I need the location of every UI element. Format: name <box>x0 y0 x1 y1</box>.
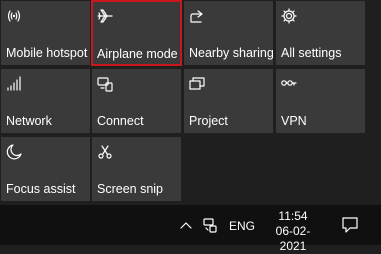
clock[interactable]: 11:54 06-02-2021 <box>267 209 319 254</box>
project-icon <box>188 75 208 95</box>
tile-all-settings[interactable]: All settings <box>276 1 365 65</box>
tile-label: VPN <box>281 114 307 128</box>
tile-network[interactable]: Network <box>1 69 90 133</box>
chevron-up-icon[interactable] <box>178 217 194 233</box>
tile-label: Project <box>189 114 228 128</box>
nearby-sharing-icon <box>188 7 208 27</box>
tile-label: Focus assist <box>6 182 76 196</box>
tile-mobile-hotspot[interactable]: Mobile hotspot <box>1 1 90 65</box>
mobile-hotspot-icon <box>5 7 25 27</box>
network-icon <box>5 75 25 95</box>
tile-focus-assist[interactable]: Focus assist <box>1 137 90 201</box>
language-indicator[interactable]: ENG <box>229 219 255 233</box>
touch-keyboard-icon[interactable] <box>201 216 219 234</box>
tile-label: Screen snip <box>97 182 164 196</box>
clock-date: 06-02-2021 <box>275 224 311 253</box>
connect-icon <box>96 75 116 95</box>
airplane-icon <box>96 7 116 27</box>
screen-snip-icon <box>96 143 116 163</box>
notification-icon[interactable] <box>340 215 360 235</box>
quick-actions-panel: Mobile hotspot Airplane mode Nearby shar… <box>0 0 381 205</box>
tile-label: Nearby sharing <box>189 46 274 60</box>
tile-screen-snip[interactable]: Screen snip <box>92 137 181 201</box>
gear-icon <box>280 7 300 27</box>
tile-label: Connect <box>97 114 144 128</box>
clock-time: 11:54 <box>278 209 308 223</box>
tile-project[interactable]: Project <box>184 69 273 133</box>
tile-label: All settings <box>281 46 342 60</box>
moon-icon <box>5 143 25 163</box>
taskbar: ENG 11:54 06-02-2021 <box>0 205 381 253</box>
tile-airplane-mode[interactable]: Airplane mode <box>91 0 182 66</box>
vpn-icon <box>280 75 300 95</box>
tile-connect[interactable]: Connect <box>92 69 181 133</box>
tile-vpn[interactable]: VPN <box>276 69 365 133</box>
tile-nearby-sharing[interactable]: Nearby sharing <box>184 1 274 65</box>
tile-label: Mobile hotspot <box>6 46 88 60</box>
tile-label: Network <box>6 114 52 128</box>
tile-label: Airplane mode <box>97 47 178 61</box>
